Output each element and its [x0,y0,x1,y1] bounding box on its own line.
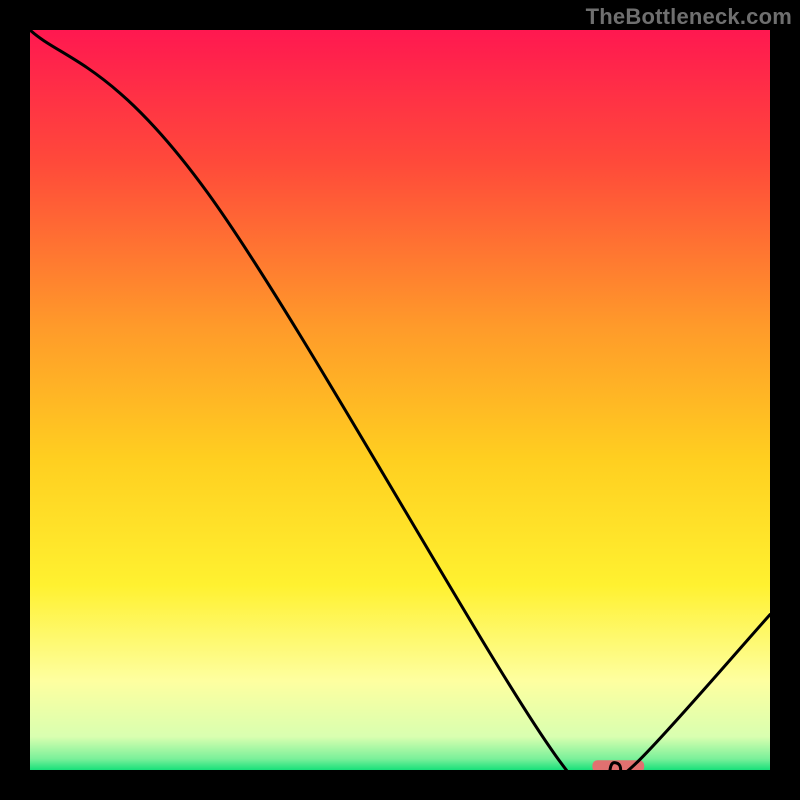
chart-frame: TheBottleneck.com [0,0,800,800]
plot-area [30,30,770,770]
watermark-text: TheBottleneck.com [586,4,792,30]
chart-svg [30,30,770,770]
gradient-background [30,30,770,770]
